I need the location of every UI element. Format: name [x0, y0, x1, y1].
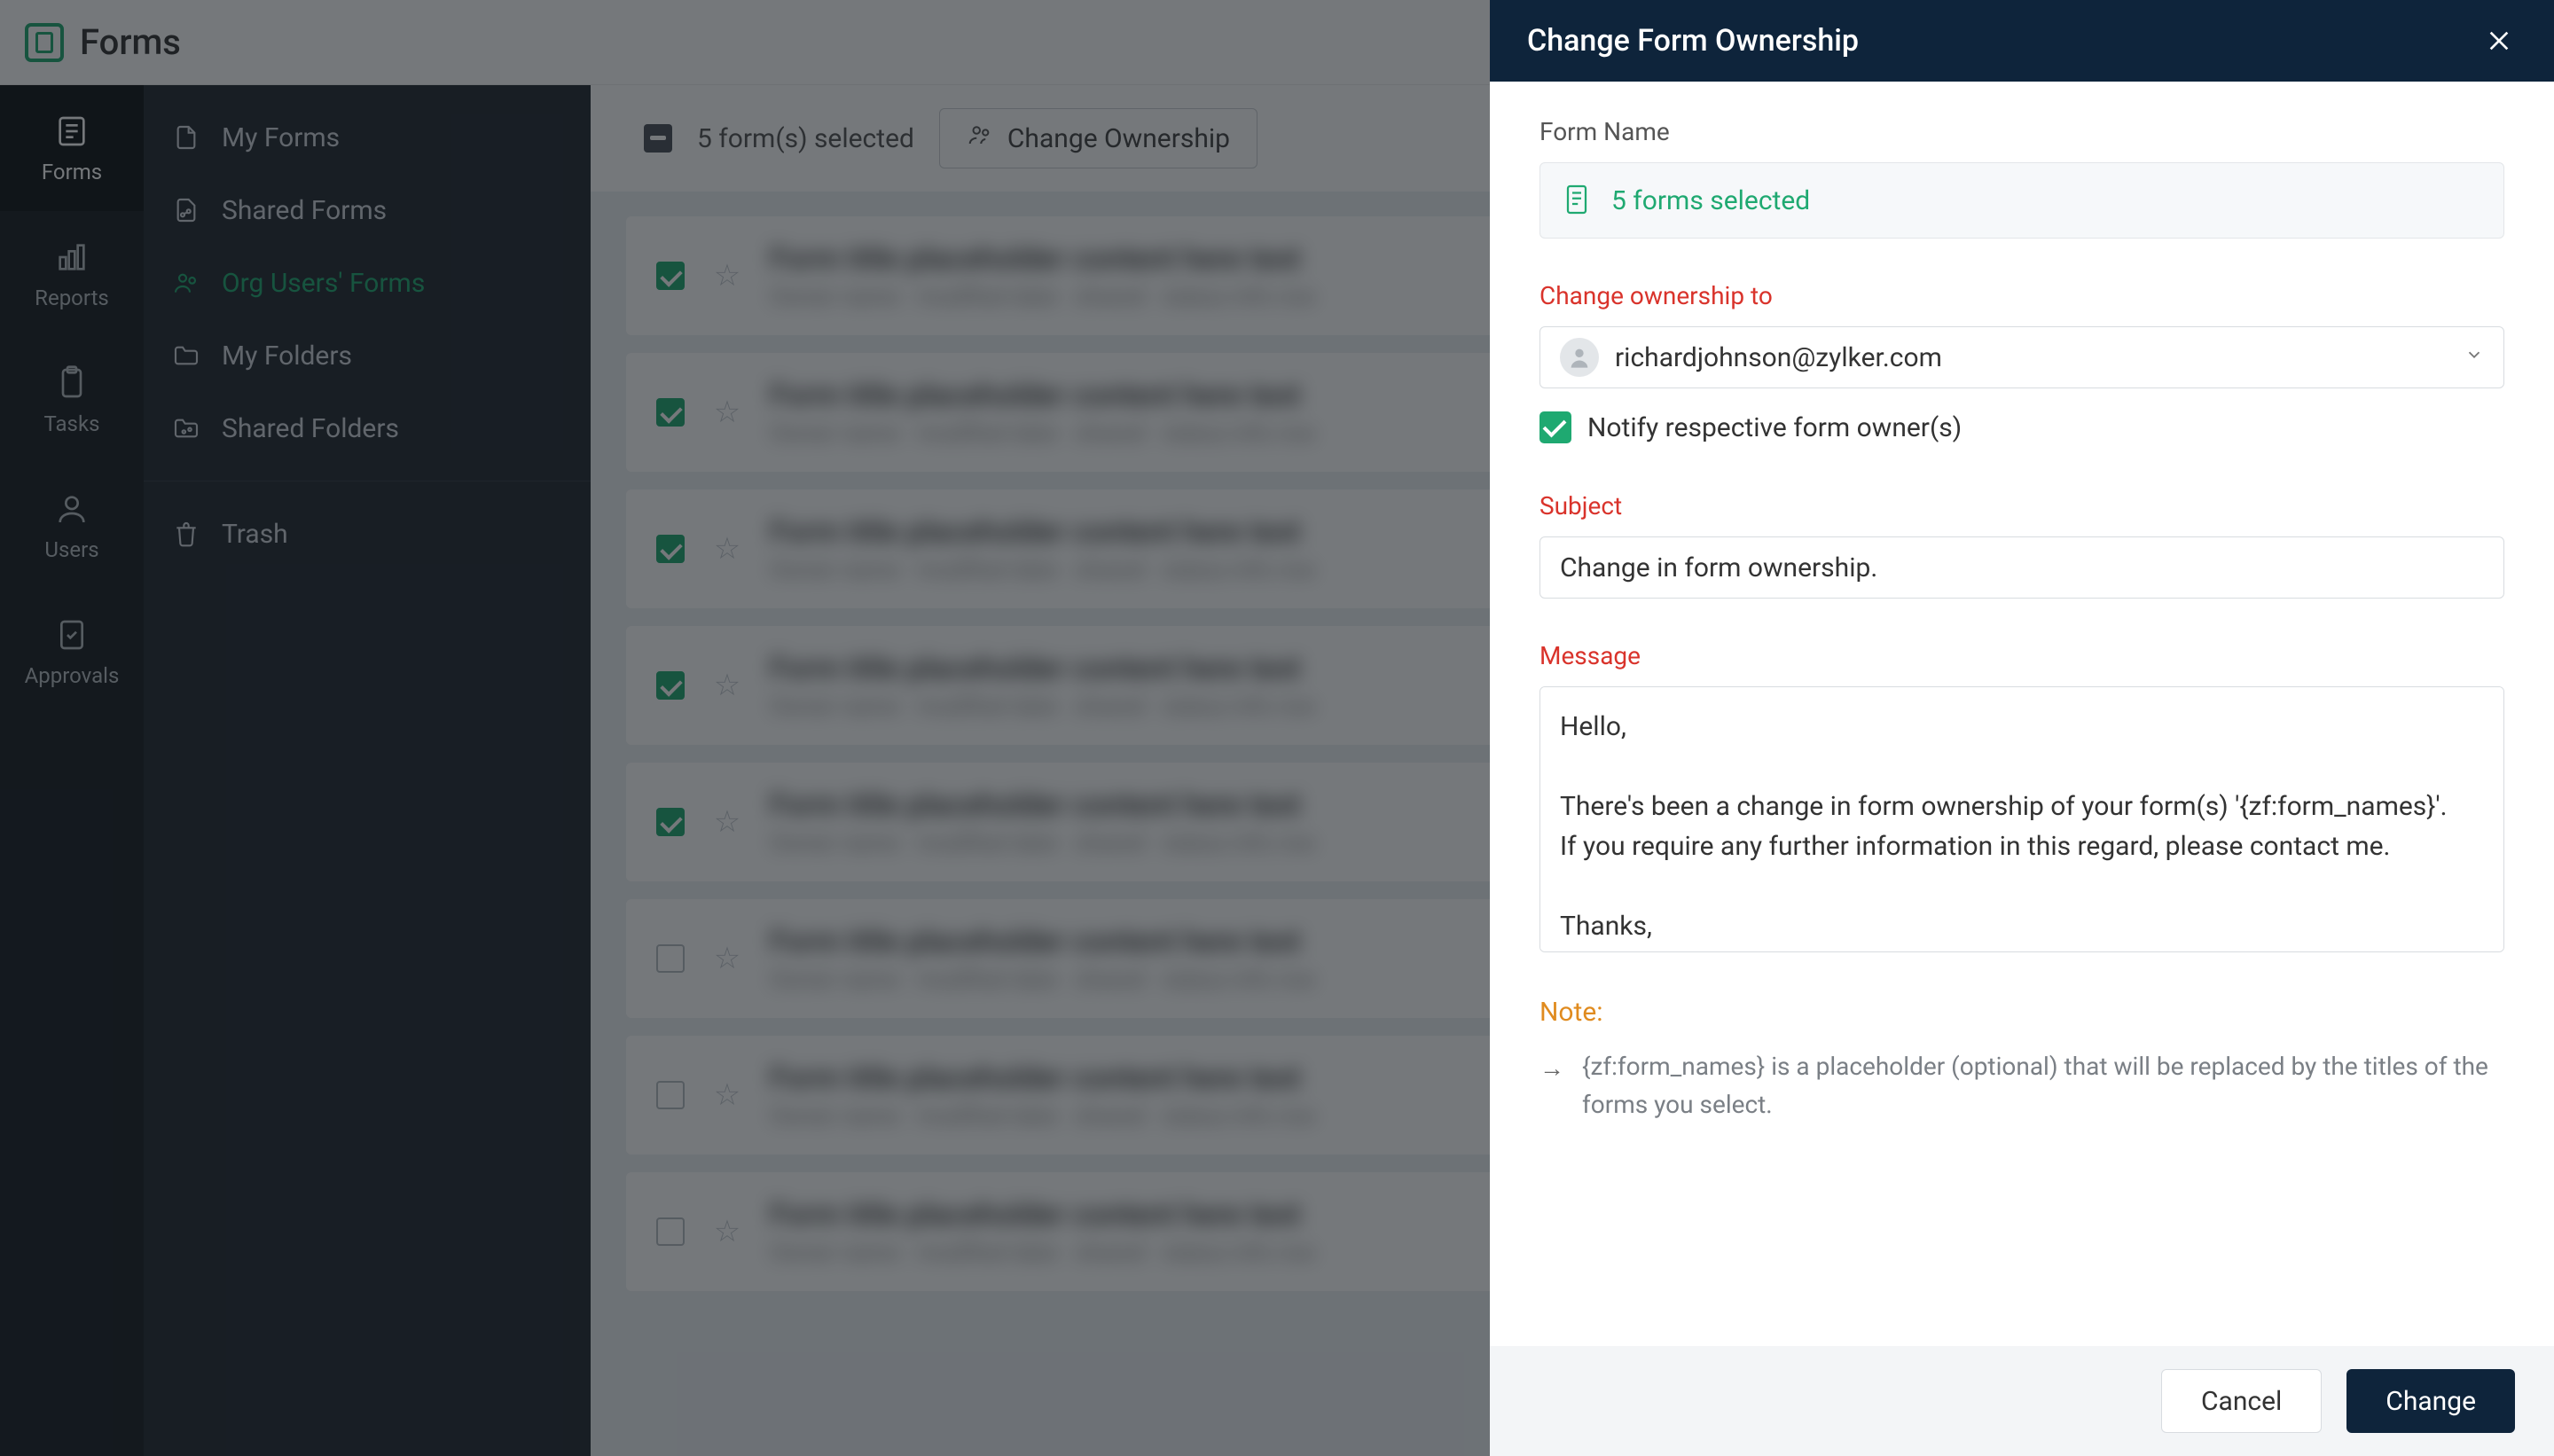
panel-header: Change Form Ownership: [1490, 0, 2554, 82]
notify-label: Notify respective form owner(s): [1587, 412, 1962, 443]
change-ownership-to-label: Change ownership to: [1539, 281, 2504, 310]
panel-body: Form Name 5 forms selected Change owners…: [1490, 82, 2554, 1346]
avatar-icon: [1560, 338, 1599, 377]
panel-title: Change Form Ownership: [1527, 23, 1859, 59]
close-icon[interactable]: [2481, 23, 2517, 59]
arrow-icon: →: [1539, 1049, 1564, 1124]
note-text: {zf:form_names} is a placeholder (option…: [1582, 1047, 2504, 1124]
note-row: → {zf:form_names} is a placeholder (opti…: [1539, 1047, 2504, 1124]
subject-input[interactable]: [1539, 536, 2504, 599]
note-label: Note:: [1539, 997, 2504, 1028]
message-textarea[interactable]: [1539, 686, 2504, 952]
owner-dropdown[interactable]: richardjohnson@zylker.com: [1539, 326, 2504, 388]
change-ownership-panel: Change Form Ownership Form Name 5 forms …: [1490, 0, 2554, 1456]
notify-checkbox-row[interactable]: Notify respective form owner(s): [1539, 411, 2504, 443]
subject-label: Subject: [1539, 491, 2504, 521]
notify-checkbox[interactable]: [1539, 411, 1571, 443]
owner-email: richardjohnson@zylker.com: [1615, 342, 2448, 373]
chevron-down-icon: [2464, 345, 2484, 370]
change-label: Change: [2386, 1386, 2476, 1417]
form-name-label: Form Name: [1539, 117, 2504, 146]
message-label: Message: [1539, 641, 2504, 670]
cancel-button[interactable]: Cancel: [2161, 1369, 2322, 1433]
panel-footer: Cancel Change: [1490, 1346, 2554, 1456]
change-button[interactable]: Change: [2346, 1369, 2515, 1433]
forms-selected-box: 5 forms selected: [1539, 162, 2504, 239]
form-icon: [1563, 183, 1594, 218]
cancel-label: Cancel: [2201, 1386, 2282, 1417]
forms-selected-text: 5 forms selected: [1611, 185, 1810, 216]
